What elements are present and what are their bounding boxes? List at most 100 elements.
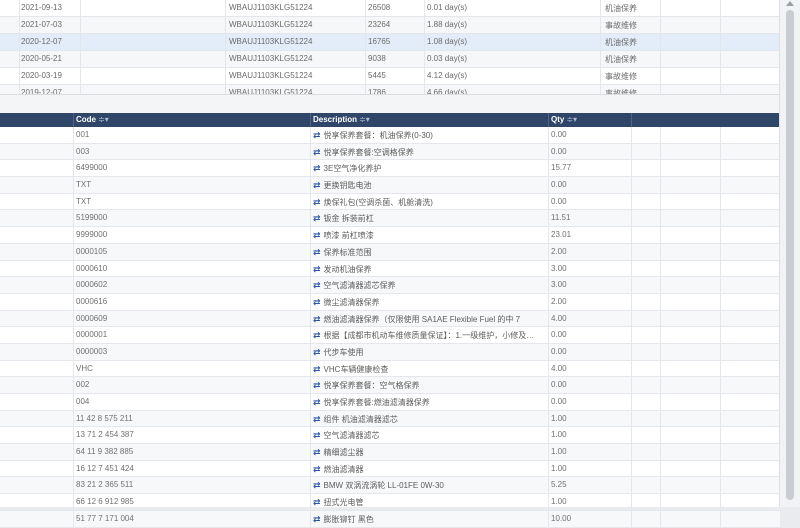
parts-row[interactable]: VHC ⇄ VHC车辆健康检查 4.00	[0, 360, 780, 378]
parts-row[interactable]: 13 71 2 454 387 ⇄ 空气滤清器滤芯 1.00	[0, 427, 780, 445]
parts-row[interactable]: 51 77 7 171 004 ⇄ 膨胀铆钉 黑色 10.00	[0, 510, 780, 528]
swap-arrows-icon[interactable]: ⇄	[313, 147, 321, 157]
history-row[interactable]: 2020-03-19 WBAUJ1103KLG51224 5445 4.12 day(…	[0, 68, 780, 85]
history-interval: 0.03 day(s)	[427, 54, 468, 63]
part-description-text: 精细滤尘器	[323, 448, 364, 458]
scroll-up-arrow-icon[interactable]	[786, 1, 794, 6]
part-code: 001	[76, 130, 90, 139]
part-qty: 1.00	[551, 497, 567, 507]
swap-arrows-icon[interactable]: ⇄	[313, 130, 321, 140]
parts-row[interactable]: 0000602 ⇄ 空气滤清器滤芯保养 3.00	[0, 277, 780, 294]
part-qty: 10.00	[551, 513, 572, 523]
part-qty: 23.01	[551, 230, 572, 240]
parts-row[interactable]: 004 ⇄ 悦享保养套餐:燃油滤清器保养 0.00	[0, 394, 780, 411]
history-row[interactable]: 2021-07-03 WBAUJ1103KLG51224 23264 1.88 day…	[0, 17, 780, 34]
part-description: ⇄ 空气滤清器滤芯保养	[313, 280, 396, 291]
part-description-text: 燃油滤清器	[323, 464, 364, 474]
part-qty: 2.00	[551, 246, 567, 256]
scrollbar-thumb[interactable]	[786, 10, 794, 500]
swap-arrows-icon[interactable]: ⇄	[313, 197, 321, 207]
part-description-text: 空气滤清器滤芯保养	[323, 281, 396, 291]
parts-row[interactable]: 16 12 7 451 424 ⇄ 燃油滤清器 1.00	[0, 460, 780, 478]
sort-filter-icon[interactable]: ≑▾	[98, 115, 109, 124]
parts-row[interactable]: 0000105 ⇄ 保养标准范围 2.00	[0, 243, 780, 261]
qty-column-header[interactable]: Qty ≑▾	[551, 115, 577, 124]
history-vin: WBAUJ1103KLG51224	[229, 71, 313, 80]
history-row[interactable]: 2020-05-21 WBAUJ1103KLG51224 9038 0.03 day(…	[0, 51, 780, 68]
parts-row[interactable]: 003 ⇄ 悦享保养套餐:空调格保养 0.00	[0, 143, 780, 161]
service-history-table: 2021-09-13 WBAUJ1103KLG51224 26508 0.01 day…	[0, 0, 780, 102]
swap-arrows-icon[interactable]: ⇄	[313, 213, 321, 223]
swap-arrows-icon[interactable]: ⇄	[313, 397, 321, 407]
sort-filter-icon[interactable]: ≑▾	[566, 115, 577, 124]
swap-arrows-icon[interactable]: ⇄	[313, 414, 321, 424]
swap-arrows-icon[interactable]: ⇄	[313, 297, 321, 307]
parts-row[interactable]: TXT ⇄ 更换钥匙电池 0.00	[0, 177, 780, 194]
description-column-header[interactable]: Description ≑▾	[313, 115, 370, 124]
swap-arrows-icon[interactable]: ⇄	[313, 514, 321, 524]
swap-arrows-icon[interactable]: ⇄	[313, 230, 321, 240]
swap-arrows-icon[interactable]: ⇄	[313, 497, 321, 507]
history-row[interactable]: 2020-12-07 WBAUJ1103KLG51224 16765 1.08 day…	[0, 34, 780, 51]
part-description-text: 悦享保养套餐:空调格保养	[323, 147, 414, 157]
history-type: 事故维修	[605, 72, 637, 81]
history-mileage: 5445	[368, 71, 386, 80]
swap-arrows-icon[interactable]: ⇄	[313, 247, 321, 257]
swap-arrows-icon[interactable]: ⇄	[313, 447, 321, 457]
part-code: 0000003	[76, 346, 108, 356]
swap-arrows-icon[interactable]: ⇄	[313, 330, 321, 340]
part-description-text: 组件 机油滤清器滤芯	[323, 414, 398, 424]
swap-arrows-icon[interactable]: ⇄	[313, 364, 321, 374]
part-description: ⇄ VHC车辆健康检查	[313, 364, 388, 375]
part-code: 16 12 7 451 424	[76, 463, 134, 473]
parts-row[interactable]: 0000609 ⇄ 燃油滤清器保养（仅限使用 SA1AE Flexible Fuel…	[0, 310, 780, 328]
swap-arrows-icon[interactable]: ⇄	[313, 180, 321, 190]
part-code: TXT	[76, 196, 92, 206]
part-description: ⇄ 膨胀铆钉 黑色	[313, 514, 374, 525]
part-qty: 1.00	[551, 463, 567, 473]
part-description: ⇄ 根据【成都市机动车维修质量保证】：1.一级维护，小修及…	[313, 330, 534, 341]
swap-arrows-icon[interactable]: ⇄	[313, 264, 321, 274]
part-code: 6499000	[76, 163, 108, 173]
part-description: ⇄ 悦享保养套餐:空调格保养	[313, 147, 414, 158]
swap-arrows-icon[interactable]: ⇄	[313, 163, 321, 173]
parts-row[interactable]: 0000001 ⇄ 根据【成都市机动车维修质量保证】：1.一级维护，小修及… 0.00	[0, 327, 780, 344]
history-row[interactable]: 2021-09-13 WBAUJ1103KLG51224 26508 0.01 day…	[0, 0, 780, 17]
parts-row[interactable]: 64 11 9 382 885 ⇄ 精细滤尘器 1.00	[0, 444, 780, 461]
swap-arrows-icon[interactable]: ⇄	[313, 430, 321, 440]
parts-row[interactable]: 5199000 ⇄ 钣金 拆装前杠 11.51	[0, 210, 780, 228]
part-description: ⇄ 保养标准范围	[313, 247, 372, 258]
parts-row[interactable]: 002 ⇄ 悦享保养套餐：空气格保养 0.00	[0, 377, 780, 394]
code-column-header[interactable]: Code ≑▾	[76, 115, 109, 124]
sort-filter-icon[interactable]: ≑▾	[359, 115, 370, 124]
part-description-text: 更换钥匙电池	[323, 181, 372, 191]
parts-row[interactable]: 83 21 2 365 511 ⇄ BMW 双涡流涡轮 LL-01FE 0W-30 5…	[0, 477, 780, 495]
vertical-scrollbar[interactable]	[779, 0, 800, 507]
part-qty: 4.00	[551, 313, 567, 323]
history-date: 2020-12-07	[21, 37, 62, 46]
parts-row[interactable]: TXT ⇄ 焕保礼包(空调杀菌、机舱清洗) 0.00	[0, 193, 780, 211]
swap-arrows-icon[interactable]: ⇄	[313, 464, 321, 474]
parts-row[interactable]: 0000610 ⇄ 发动机油保养 3.00	[0, 260, 780, 278]
parts-row[interactable]: 0000616 ⇄ 微尘滤清器保养 2.00	[0, 293, 780, 311]
history-mileage: 23264	[368, 20, 391, 29]
part-description: ⇄ 代步车使用	[313, 347, 364, 358]
parts-row[interactable]: 6499000 ⇄ 3E空气净化养护 15.77	[0, 160, 780, 178]
part-code: 51 77 7 171 004	[76, 513, 134, 523]
parts-row[interactable]: 9999000 ⇄ 喷漆 前杠喷漆 23.01	[0, 227, 780, 244]
part-description: ⇄ 更换钥匙电池	[313, 180, 372, 191]
history-type: 机油保养	[605, 38, 637, 47]
swap-arrows-icon[interactable]: ⇄	[313, 380, 321, 390]
swap-arrows-icon[interactable]: ⇄	[313, 314, 321, 324]
part-description-text: 根据【成都市机动车维修质量保证】：1.一级维护，小修及…	[323, 331, 535, 341]
part-description: ⇄ 悦享保养套餐:燃油滤清器保养	[313, 397, 430, 408]
parts-row[interactable]: 11 42 8 575 211 ⇄ 组件 机油滤清器滤芯 1.00	[0, 410, 780, 428]
parts-row[interactable]: 001 ⇄ 悦享保养套餐：机油保养(0-30) 0.00	[0, 127, 780, 144]
swap-arrows-icon[interactable]: ⇄	[313, 480, 321, 490]
part-description-text: 保养标准范围	[323, 247, 372, 257]
part-code: 0000616	[76, 296, 108, 306]
swap-arrows-icon[interactable]: ⇄	[313, 347, 321, 357]
parts-row[interactable]: 66 12 6 912 985 ⇄ 扭式光电管 1.00	[0, 494, 780, 511]
swap-arrows-icon[interactable]: ⇄	[313, 280, 321, 290]
parts-row[interactable]: 0000003 ⇄ 代步车使用 0.00	[0, 343, 780, 361]
